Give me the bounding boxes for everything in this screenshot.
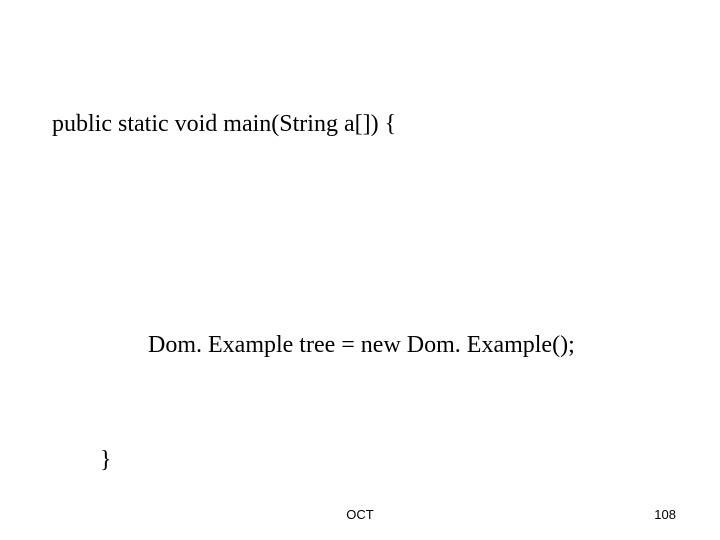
code-block: public static void main(String a[]) { Do…: [52, 28, 575, 540]
code-blank-line: [52, 220, 575, 249]
footer-center-label: OCT: [0, 507, 720, 522]
code-line-1: public static void main(String a[]) {: [52, 105, 575, 143]
code-line-3: }: [52, 441, 575, 479]
code-line-2: Dom. Example tree = new Dom. Example();: [52, 326, 575, 364]
slide-content: public static void main(String a[]) { Do…: [0, 0, 720, 540]
page-number: 108: [654, 507, 676, 522]
